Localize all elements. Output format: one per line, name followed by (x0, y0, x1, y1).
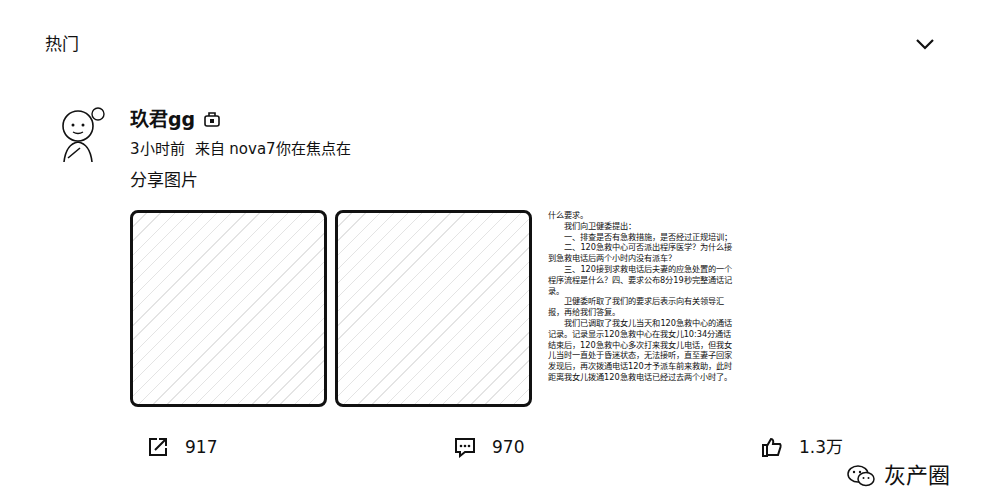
wechat-icon (846, 463, 876, 489)
avatar-column (0, 106, 130, 461)
chevron-down-icon[interactable] (915, 38, 935, 50)
document-line: 我们已调取了我女儿当天和120急救中心的通话记录。记录显示120急救中心在我女儿… (548, 318, 738, 383)
action-count: 917 (185, 435, 217, 459)
user-badge-icon (203, 110, 221, 128)
post-body: 玖君gg 3小时前 来自 nova7你在焦点在 分享图片 什么要求。我们向卫健委… (130, 106, 982, 461)
document-image[interactable]: 什么要求。我们向卫健委提出：一、排查是否有急救措施，是否经过正规培训；二、120… (548, 210, 738, 383)
photo-thumbnail[interactable] (335, 210, 532, 407)
like-button[interactable]: 1.3万 (761, 433, 961, 461)
action-count: 1.3万 (799, 435, 843, 459)
photo-thumbnail[interactable] (130, 210, 327, 407)
document-line: 我们向卫健委提出： (548, 221, 738, 232)
document-line: 三、120接到求救电话后夫妻的应急处置的一个程序流程是什么？四、要求公布8分19… (548, 264, 738, 296)
comment-button[interactable]: 970 (454, 433, 761, 461)
image-grid: 什么要求。我们向卫健委提出：一、排查是否有急救措施，是否经过正规培训；二、120… (130, 210, 982, 407)
avatar-icon[interactable] (56, 106, 110, 164)
action-count: 970 (492, 435, 524, 459)
top-bar: 热门 (0, 0, 982, 60)
post: 玖君gg 3小时前 来自 nova7你在焦点在 分享图片 什么要求。我们向卫健委… (0, 60, 982, 461)
post-time: 3小时前 (130, 138, 185, 160)
share-icon (147, 436, 169, 458)
author-name[interactable]: 玖君gg (130, 106, 195, 132)
document-line: 一、排查是否有急救措施，是否经过正规培训； (548, 232, 738, 243)
post-meta: 3小时前 来自 nova7你在焦点在 (130, 138, 982, 160)
like-icon (761, 436, 783, 458)
post-source: 来自 nova7你在焦点在 (195, 138, 351, 160)
watermark-text: 灰产圈 (884, 462, 950, 490)
document-line: 什么要求。 (548, 210, 738, 221)
share-button[interactable]: 917 (147, 433, 454, 461)
document-line: 卫健委听取了我们的要求后表示向有关领导汇报，再给我们答复。 (548, 296, 738, 318)
watermark: 灰产圈 (846, 462, 950, 490)
feed-title[interactable]: 热门 (45, 31, 79, 57)
comment-icon (454, 436, 476, 458)
action-bar: 917 970 1.3万 (130, 433, 982, 461)
document-line: 二、120急救中心可否派出程序医学？为什么接到急救电话后两个小时内没有派车？ (548, 242, 738, 264)
post-text: 分享图片 (130, 168, 982, 192)
